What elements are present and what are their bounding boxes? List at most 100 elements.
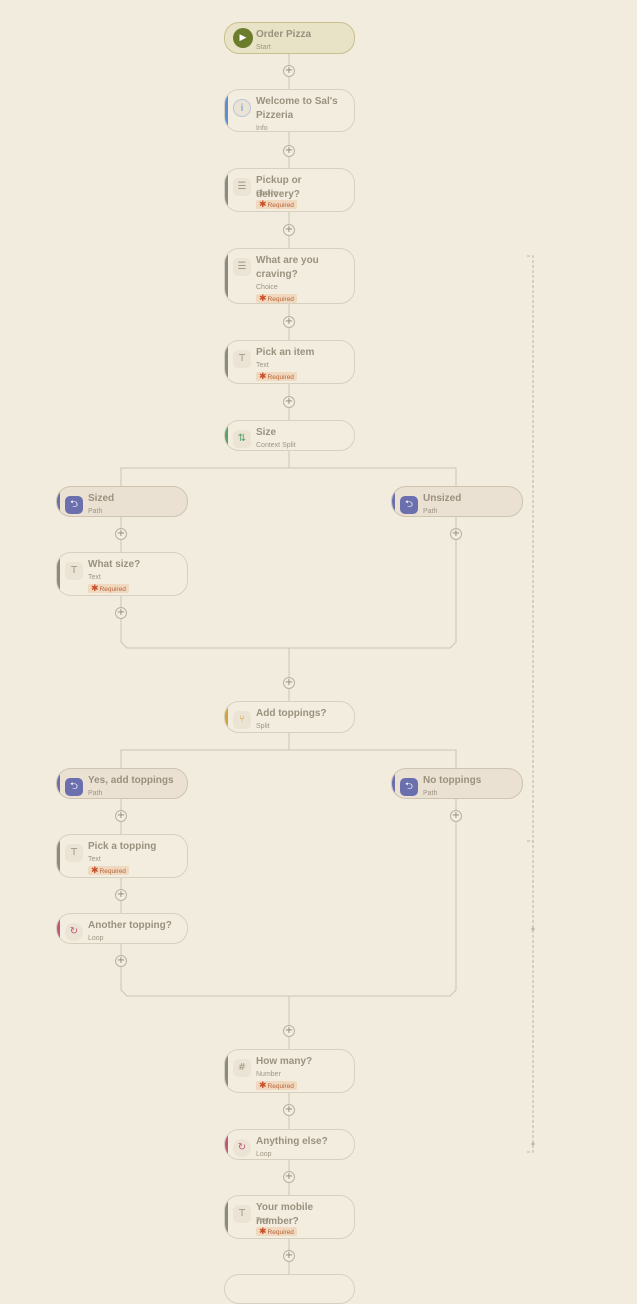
node-title: Size <box>256 427 277 438</box>
node-type-label: Text <box>88 574 101 581</box>
required-label: Required <box>267 296 294 303</box>
node-title: Anything else? <box>256 1136 328 1147</box>
add-step-button[interactable]: + <box>115 607 127 619</box>
node-title: No toppings <box>423 775 482 786</box>
add-step-button[interactable]: + <box>283 1025 295 1037</box>
node-accent-bar <box>225 341 228 383</box>
flow-node-mobile[interactable]: T Your mobile number? Text ✱Required <box>224 1195 355 1239</box>
signpost-icon: ⮌ <box>65 778 83 796</box>
required-label: Required <box>99 586 126 593</box>
loop-marker <box>531 927 535 931</box>
node-title: Unsized <box>423 493 462 504</box>
required-label: Required <box>99 868 126 875</box>
node-type-label: Loop <box>256 1151 272 1158</box>
text-icon: T <box>65 562 83 580</box>
signpost-icon: ⮌ <box>400 496 418 514</box>
flow-node-no-toppings[interactable]: ⮌ No toppings Path <box>391 768 523 799</box>
required-badge: ✱Required <box>256 1081 297 1090</box>
add-step-button[interactable]: + <box>115 528 127 540</box>
node-accent-bar <box>57 835 60 877</box>
node-title: Pick an item <box>256 347 315 358</box>
connector-split-toppings <box>120 749 457 768</box>
add-step-button[interactable]: + <box>283 1104 295 1116</box>
node-accent-bar <box>57 769 60 798</box>
add-step-button[interactable]: + <box>115 810 127 822</box>
node-type-label: Text <box>256 362 269 369</box>
flow-node-craving[interactable]: ☰ What are you craving? Choice ✱Required <box>224 248 355 304</box>
node-title: Another topping? <box>88 920 172 931</box>
node-title: How many? <box>256 1056 313 1067</box>
add-step-button[interactable]: + <box>283 1250 295 1262</box>
signpost-icon: ⮌ <box>65 496 83 514</box>
text-icon: T <box>233 350 251 368</box>
add-step-button[interactable]: + <box>283 677 295 689</box>
flow-node-order-pizza[interactable]: ▶ Order Pizza Start <box>224 22 355 54</box>
node-accent-bar <box>225 1196 228 1238</box>
node-accent-bar <box>57 553 60 595</box>
node-accent-bar <box>392 487 395 516</box>
info-icon: i <box>233 99 251 117</box>
node-type-label: Loop <box>88 935 104 942</box>
node-accent-bar <box>225 1050 228 1092</box>
flow-canvas: ▶ Order Pizza Start i Welcome to Sal's Pizze… <box>0 0 637 1304</box>
node-accent-bar <box>225 249 228 303</box>
flow-node-welcome[interactable]: i Welcome to Sal's Pizzeria Info <box>224 89 355 132</box>
add-step-button[interactable]: + <box>283 65 295 77</box>
flow-node-pick-topping[interactable]: T Pick a topping Text ✱Required <box>56 834 188 878</box>
flow-node-anything-else[interactable]: ↻ Anything else? Loop <box>224 1129 355 1160</box>
flow-node-what-size[interactable]: T What size? Text ✱Required <box>56 552 188 596</box>
required-label: Required <box>267 1083 294 1090</box>
node-type-label: Start <box>256 44 271 51</box>
play-icon: ▶ <box>233 28 253 48</box>
flow-node-add-toppings[interactable]: ⑂ Add toppings? Split <box>224 701 355 733</box>
node-title: Welcome to Sal's Pizzeria <box>256 96 338 121</box>
list-icon: ☰ <box>233 178 251 196</box>
flow-node-pickup[interactable]: ☰ Pickup or delivery? Choice ✱Required <box>224 168 355 212</box>
flow-node-next[interactable] <box>224 1274 355 1304</box>
add-step-button[interactable]: + <box>283 224 295 236</box>
asterisk-icon: ✱ <box>259 199 267 209</box>
text-icon: T <box>233 1205 251 1223</box>
node-title: Your mobile number? <box>256 1202 314 1227</box>
add-step-button[interactable]: + <box>283 316 295 328</box>
required-label: Required <box>267 202 294 209</box>
required-label: Required <box>267 374 294 381</box>
node-type-label: Path <box>423 508 438 515</box>
flow-node-yes-toppings[interactable]: ⮌ Yes, add toppings Path <box>56 768 188 799</box>
required-badge: ✱Required <box>88 866 129 875</box>
flow-node-size[interactable]: ⇅ Size Context Split <box>224 420 355 451</box>
hash-icon: # <box>233 1059 251 1077</box>
node-accent-bar <box>225 90 228 131</box>
add-step-button[interactable]: + <box>283 145 295 157</box>
flow-node-sized[interactable]: ⮌ Sized Path <box>56 486 188 517</box>
required-badge: ✱Required <box>256 372 297 381</box>
loop-icon: ↻ <box>65 923 83 941</box>
node-type-label: Path <box>423 790 438 797</box>
add-step-button[interactable]: + <box>450 810 462 822</box>
add-step-button[interactable]: + <box>115 955 127 967</box>
flow-node-another-topping[interactable]: ↻ Another topping? Loop <box>56 913 188 944</box>
add-step-button[interactable]: + <box>283 396 295 408</box>
required-badge: ✱Required <box>256 1227 297 1236</box>
node-accent-bar <box>57 914 60 943</box>
required-label: Required <box>267 1229 294 1236</box>
asterisk-icon: ✱ <box>259 1226 267 1236</box>
flow-node-unsized[interactable]: ⮌ Unsized Path <box>391 486 523 517</box>
node-type-label: Context Split <box>256 442 296 449</box>
node-title: Add toppings? <box>256 708 327 719</box>
node-accent-bar <box>225 1130 228 1159</box>
add-step-button[interactable]: + <box>283 1171 295 1183</box>
node-type-label: Path <box>88 790 103 797</box>
node-title: Yes, add toppings <box>88 775 174 786</box>
asterisk-icon: ✱ <box>91 865 99 875</box>
node-accent-bar <box>57 487 60 516</box>
flow-node-pick-item[interactable]: T Pick an item Text ✱Required <box>224 340 355 384</box>
node-title: Pick a topping <box>88 841 157 852</box>
node-type-label: Text <box>256 1217 269 1224</box>
add-step-button[interactable]: + <box>450 528 462 540</box>
node-type-label: Split <box>256 723 270 730</box>
flow-node-how-many[interactable]: # How many? Number ✱Required <box>224 1049 355 1093</box>
add-step-button[interactable]: + <box>115 889 127 901</box>
node-type-label: Choice <box>256 190 278 197</box>
signpost-icon: ⮌ <box>400 778 418 796</box>
